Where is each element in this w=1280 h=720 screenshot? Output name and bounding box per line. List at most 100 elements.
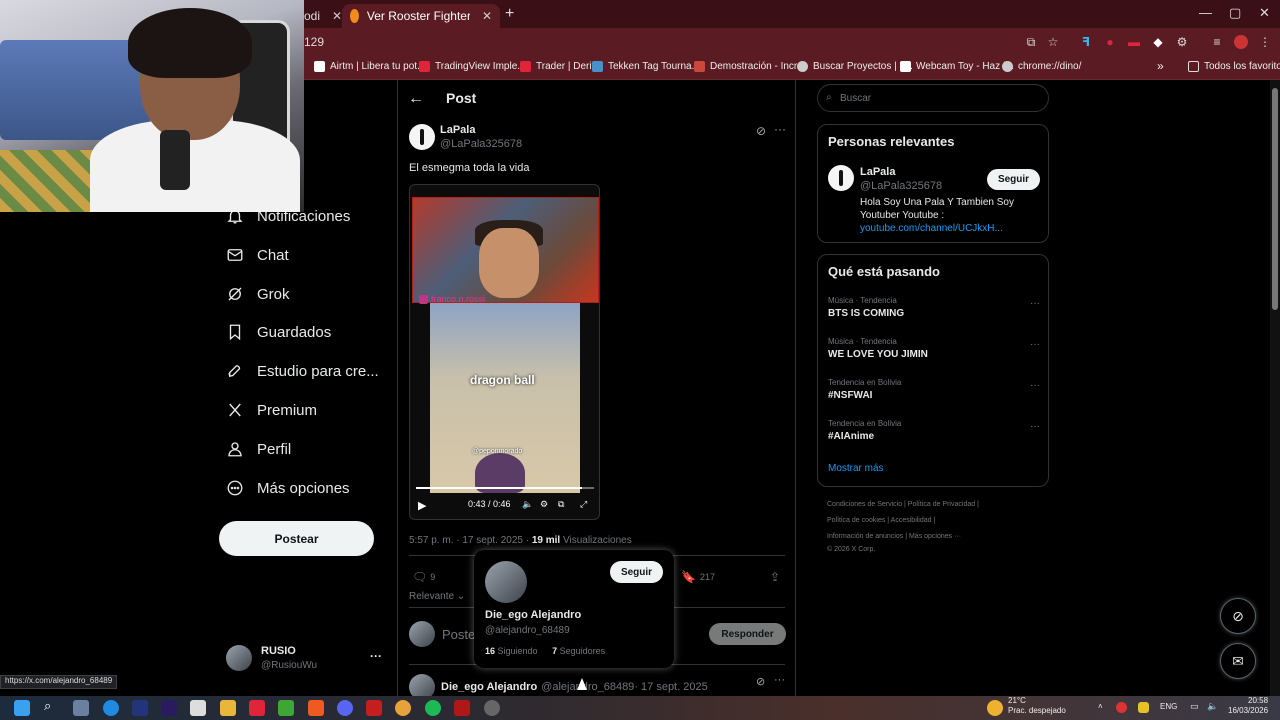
extensions-puzzle-icon[interactable]: ⚙ xyxy=(1174,34,1190,50)
tray-chevron-icon[interactable]: ˄ xyxy=(1098,702,1103,711)
followers-stat[interactable]: 7 Seguidores xyxy=(552,646,605,656)
close-window-button[interactable]: ✕ xyxy=(1259,5,1270,21)
language-indicator[interactable]: ENG xyxy=(1160,702,1177,711)
spotify-icon[interactable] xyxy=(425,700,441,716)
reply-action[interactable]: 🗨 9 xyxy=(412,570,435,584)
avatar[interactable] xyxy=(828,165,854,191)
footer-links[interactable]: Información de anuncios | Más opciones ·… xyxy=(827,533,961,540)
nav-item-chat[interactable]: Chat xyxy=(225,242,289,268)
extension-icon[interactable]: ● xyxy=(1102,34,1118,50)
footer-links[interactable]: Condiciones de Servicio | Política de Pr… xyxy=(827,501,979,508)
person-handle[interactable]: @LaPala325678 xyxy=(860,180,942,192)
nav-item-more-options[interactable]: Más opciones xyxy=(225,475,350,501)
app-icon[interactable] xyxy=(484,700,500,716)
bookmark-item[interactable]: Buscar Proyectos | F... xyxy=(797,61,913,72)
app-icon[interactable] xyxy=(249,700,265,716)
video-progress-bar[interactable] xyxy=(416,487,594,489)
following-stat[interactable]: 16 Siguiendo xyxy=(485,646,538,656)
grok-icon[interactable]: ⊘ xyxy=(756,124,766,138)
reply-input[interactable]: Poste xyxy=(442,627,475,642)
app-icon[interactable] xyxy=(366,700,382,716)
hovercard-handle[interactable]: @alejandro_68489 xyxy=(485,625,570,636)
footer-links[interactable]: Política de cookies | Accesibilidad | xyxy=(827,517,935,524)
bookmark-item[interactable]: Tekken Tag Tourna... xyxy=(592,61,700,72)
chrome-icon[interactable] xyxy=(395,700,411,716)
minimize-button[interactable]: — xyxy=(1199,5,1212,20)
nav-item-premium[interactable]: Premium xyxy=(225,397,317,423)
clock-time[interactable]: 20:58 xyxy=(1248,696,1268,705)
network-icon[interactable]: ▭ xyxy=(1190,701,1199,712)
reply-button[interactable]: Responder xyxy=(709,623,786,645)
post-button[interactable]: Postear xyxy=(219,521,374,556)
author-name[interactable]: LaPala xyxy=(440,124,475,136)
play-icon[interactable]: ▶ xyxy=(418,499,426,512)
nav-item-bookmarks[interactable]: Guardados xyxy=(225,319,331,345)
volume-icon[interactable]: 🔈 xyxy=(522,499,533,510)
nav-item-profile[interactable]: Perfil xyxy=(225,436,291,462)
tray-app-icon[interactable] xyxy=(1116,702,1127,713)
sort-dropdown[interactable]: Relevante ⌄ xyxy=(409,591,465,602)
install-app-icon[interactable]: ⧉ xyxy=(1023,34,1039,50)
browser-menu-icon[interactable]: ⋮ xyxy=(1257,34,1273,50)
tray-app-icon[interactable] xyxy=(1138,702,1149,713)
post-timestamp[interactable]: 5:57 p. m. · 17 sept. 2025 · xyxy=(409,535,532,546)
more-icon[interactable]: ··· xyxy=(774,122,786,136)
app-icon[interactable] xyxy=(73,700,89,716)
avatar[interactable] xyxy=(485,561,527,603)
page-scrollbar[interactable] xyxy=(1270,80,1280,696)
grok-icon[interactable]: ⊘ xyxy=(756,675,765,688)
browser-tab-active[interactable]: Ver Rooster Fighter Capítulo 1 ✕ xyxy=(342,4,500,28)
trend-item[interactable]: Música · Tendencia BTS IS COMING ··· xyxy=(828,296,1040,319)
extension-icon[interactable]: ꟻ xyxy=(1078,34,1094,50)
video-player[interactable]: franco.n.rossi dragon ball @peponmorado … xyxy=(409,184,600,520)
trend-item[interactable]: Tendencia en Bolivia #AIAnime ··· xyxy=(828,419,1040,442)
app-icon[interactable] xyxy=(190,700,206,716)
clock-date[interactable]: 16/03/2026 xyxy=(1228,706,1268,715)
extension-icon[interactable]: ◆ xyxy=(1150,34,1166,50)
reply-author-handle[interactable]: @alejandro_68489 xyxy=(541,681,634,693)
edge-icon[interactable] xyxy=(103,700,119,716)
app-icon[interactable] xyxy=(454,700,470,716)
bookmark-item[interactable]: Webcam Toy - Haz f... xyxy=(900,61,1014,72)
premiere-icon[interactable] xyxy=(161,700,177,716)
media-control-icon[interactable]: ≡ xyxy=(1209,34,1225,50)
scrollbar-thumb[interactable] xyxy=(1272,88,1278,310)
brave-icon[interactable] xyxy=(308,700,324,716)
minecraft-icon[interactable] xyxy=(278,700,294,716)
bookmark-item[interactable]: Demostración - Incr... xyxy=(694,61,805,72)
volume-icon[interactable]: 🔈 xyxy=(1207,701,1218,712)
extension-icon[interactable]: ▬ xyxy=(1126,34,1142,50)
messages-fab-button[interactable]: ✉ xyxy=(1220,643,1256,679)
tab-close-icon[interactable]: ✕ xyxy=(482,9,492,23)
nav-item-grok[interactable]: Grok xyxy=(225,281,290,307)
show-more-link[interactable]: Mostrar más xyxy=(828,463,884,474)
search-input[interactable]: ⌕ Buscar xyxy=(817,84,1049,112)
new-tab-button[interactable]: + xyxy=(505,5,514,23)
more-icon[interactable]: ··· xyxy=(1030,380,1040,391)
settings-icon[interactable]: ⚙ xyxy=(540,499,548,510)
profile-avatar[interactable] xyxy=(1233,34,1249,50)
photoshop-icon[interactable] xyxy=(132,700,148,716)
search-icon[interactable]: ⌕ xyxy=(44,698,60,714)
bookmark-item[interactable]: Trader | Deriv xyxy=(520,61,597,72)
follow-button[interactable]: Seguir xyxy=(987,169,1040,190)
trend-item[interactable]: Música · Tendencia WE LOVE YOU JIMIN ··· xyxy=(828,337,1040,360)
file-explorer-icon[interactable] xyxy=(220,700,236,716)
person-name[interactable]: LaPala xyxy=(860,166,895,178)
share-icon[interactable]: ⇪ xyxy=(770,570,780,584)
reply-author-name[interactable]: Die_ego Alejandro xyxy=(441,681,537,693)
more-icon[interactable]: ··· xyxy=(1030,339,1040,350)
url-field[interactable]: 129 xyxy=(304,35,324,49)
author-handle[interactable]: @LaPala325678 xyxy=(440,138,522,150)
back-arrow-icon[interactable]: ← xyxy=(408,90,424,108)
bookmarks-overflow-button[interactable]: » xyxy=(1157,59,1164,73)
author-avatar[interactable] xyxy=(409,124,435,150)
discord-icon[interactable] xyxy=(337,700,353,716)
more-icon[interactable]: ··· xyxy=(774,674,785,686)
windows-start-icon[interactable] xyxy=(14,700,30,716)
avatar[interactable] xyxy=(409,674,435,696)
more-icon[interactable]: ··· xyxy=(1030,421,1040,432)
bookmark-item[interactable]: chrome://dino/ xyxy=(1002,61,1081,72)
nav-item-creator-studio[interactable]: Estudio para cre... xyxy=(225,358,379,384)
account-more-icon[interactable]: ··· xyxy=(370,649,382,663)
